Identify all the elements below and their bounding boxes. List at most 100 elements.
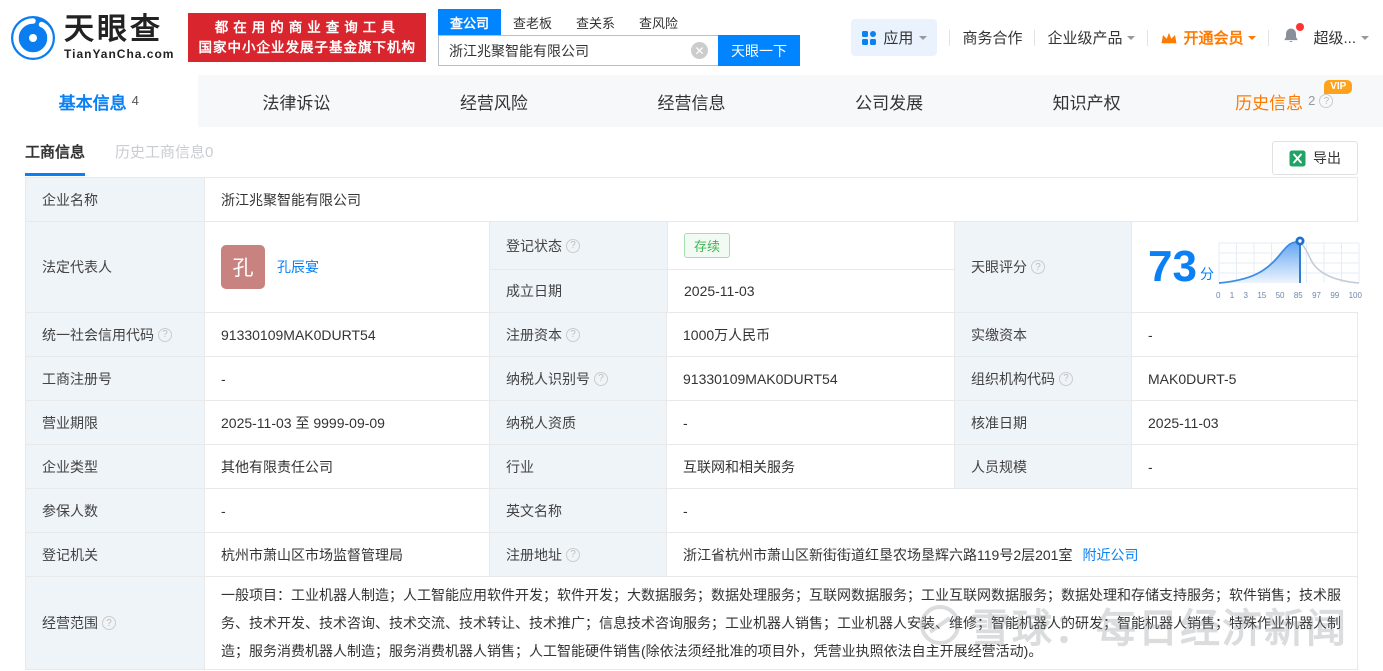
chevron-down-icon <box>1361 35 1369 44</box>
notification-dot <box>1296 22 1305 31</box>
legal-rep-link[interactable]: 孔辰宴 <box>277 257 319 277</box>
company-name-value: 浙江兆聚智能有限公司 <box>204 178 1357 221</box>
taxpayer-id-value: 91330109MAK0DURT54 <box>666 357 954 400</box>
credit-code-label: 统一社会信用代码 ? <box>26 313 204 356</box>
paid-in-capital-label: 实缴资本 <box>954 313 1131 356</box>
notifications-bell[interactable] <box>1281 22 1305 50</box>
business-term-value: 2025-11-03 至 9999-09-09 <box>204 401 489 444</box>
table-row: 登记机关 杭州市萧山区市场监督管理局 注册地址 ? 浙江省杭州市萧山区新街街道红… <box>26 532 1357 576</box>
section-navbar: 基本信息 4 法律诉讼 经营风险 经营信息 公司发展 知识产权 VIP 历史信息… <box>0 75 1383 127</box>
registration-number-label: 工商注册号 <box>26 357 204 400</box>
help-icon[interactable]: ? <box>1059 371 1073 386</box>
menu-open-vip[interactable]: 开通会员 <box>1160 27 1257 48</box>
tianyancha-logo[interactable]: 天眼查 TianYanCha.com <box>10 15 174 61</box>
chevron-down-icon <box>919 35 928 44</box>
credit-code-value: 91330109MAK0DURT54 <box>204 313 489 356</box>
legal-rep-cell: 孔 孔辰宴 <box>204 222 489 312</box>
search-tab-relation[interactable]: 查关系 <box>564 9 627 35</box>
paid-in-capital-value: - <box>1131 313 1357 356</box>
subtab-business-info[interactable]: 工商信息 <box>25 141 86 176</box>
approval-date-label: 核准日期 <box>954 401 1131 444</box>
nearby-companies-link[interactable]: 附近公司 <box>1082 545 1138 565</box>
taxpayer-qualification-label: 纳税人资质 <box>489 401 666 444</box>
table-row: 营业期限 2025-11-03 至 9999-09-09 纳税人资质 - 核准日… <box>26 400 1357 444</box>
score-curve <box>1218 236 1360 284</box>
help-icon[interactable]: ? <box>566 547 580 562</box>
help-icon[interactable]: ? <box>594 371 608 386</box>
help-icon[interactable]: ? <box>566 327 580 342</box>
org-code-label: 组织机构代码 ? <box>954 357 1131 400</box>
status-badge: 存续 <box>684 233 731 258</box>
established-label-cell: 成立日期 <box>490 269 667 312</box>
staff-size-label: 人员规模 <box>954 445 1131 488</box>
score-distribution-chart: 0 1 3 15 50 85 97 99 100 <box>1214 235 1364 300</box>
business-scope-value: 一般项目：工业机器人制造；人工智能应用软件开发；软件开发；大数据服务；数据处理服… <box>204 577 1357 669</box>
business-term-label: 营业期限 <box>26 401 204 444</box>
org-code-value: MAK0DURT-5 <box>1131 357 1357 400</box>
registration-number-value: - <box>204 357 489 400</box>
industry-label: 行业 <box>489 445 666 488</box>
staff-size-value: - <box>1131 445 1357 488</box>
tab-legal-litigation[interactable]: 法律诉讼 <box>198 75 396 127</box>
table-row: 工商注册号 - 纳税人识别号 ? 91330109MAK0DURT54 组织机构… <box>26 356 1357 400</box>
legal-rep-avatar[interactable]: 孔 <box>221 245 265 289</box>
status-value-cell: 存续 <box>667 222 955 269</box>
table-row: 参保人数 - 英文名称 - <box>26 488 1357 532</box>
crown-icon <box>1161 32 1177 43</box>
subtab-row: 工商信息 历史工商信息0 导出 <box>25 127 1358 177</box>
menu-business-cooperation[interactable]: 商务合作 <box>962 27 1022 48</box>
logo-domain: TianYanCha.com <box>64 47 175 61</box>
tab-history-info[interactable]: VIP 历史信息 2 ? <box>1185 75 1383 127</box>
insured-count-label: 参保人数 <box>26 489 204 532</box>
help-icon[interactable]: ? <box>158 327 172 342</box>
help-icon[interactable]: ? <box>1031 260 1045 274</box>
established-value-cell: 2025-11-03 <box>667 269 955 312</box>
registered-address-label: 注册地址 ? <box>489 533 666 576</box>
company-name-label: 企业名称 <box>26 178 204 221</box>
business-scope-label: 经营范围 ? <box>26 577 204 669</box>
apps-label: 应用 <box>883 30 914 47</box>
help-icon[interactable]: ? <box>1319 94 1334 108</box>
logo-title: 天眼查 <box>64 13 163 46</box>
taxpayer-qualification-value: - <box>666 401 954 444</box>
tab-company-development[interactable]: 公司发展 <box>790 75 988 127</box>
table-row: 企业名称 浙江兆聚智能有限公司 <box>26 178 1357 221</box>
table-row: 统一社会信用代码 ? 91330109MAK0DURT54 注册资本 ? 100… <box>26 312 1357 356</box>
help-icon[interactable]: ? <box>102 616 116 630</box>
subtab-history-business-info[interactable]: 历史工商信息0 <box>115 141 213 173</box>
tab-operation-risk[interactable]: 经营风险 <box>395 75 593 127</box>
tab-basic-info[interactable]: 基本信息 4 <box>0 75 198 127</box>
score-label-cell: 天眼评分 ? <box>954 222 1131 312</box>
english-name-label: 英文名称 <box>489 489 666 532</box>
taxpayer-id-label: 纳税人识别号 ? <box>489 357 666 400</box>
search-tab-company[interactable]: 查公司 <box>437 9 501 35</box>
search-button[interactable]: 天眼一下 <box>717 35 800 66</box>
company-type-value: 其他有限责任公司 <box>204 445 489 488</box>
tab-intellectual-property[interactable]: 知识产权 <box>988 75 1186 127</box>
company-type-label: 企业类型 <box>26 445 204 488</box>
search-tabs: 查公司 查老板 查关系 查风险 <box>437 9 800 35</box>
table-row: 法定代表人 孔 孔辰宴 登记状态 ? 存续 成立日期 2025-11-03 天眼… <box>26 221 1376 312</box>
menu-super-vip[interactable]: 超级... <box>1313 27 1369 48</box>
top-header: 天眼查 TianYanCha.com 都在用的商业查询工具 国家中小企业发展子基… <box>0 0 1383 75</box>
menu-enterprise-products[interactable]: 企业级产品 <box>1047 27 1136 48</box>
registered-capital-label: 注册资本 ? <box>489 313 666 356</box>
banner-line1: 都在用的商业查询工具 <box>214 19 400 35</box>
english-name-value: - <box>666 489 1357 532</box>
help-icon[interactable]: ? <box>566 238 580 253</box>
tab-count: 4 <box>131 92 139 108</box>
clear-search-icon[interactable]: ✕ <box>690 42 708 59</box>
search-input[interactable] <box>437 35 718 66</box>
apps-grid-icon <box>862 30 877 45</box>
tianyancha-page: 天眼查 TianYanCha.com 都在用的商业查询工具 国家中小企业发展子基… <box>0 0 1383 671</box>
header-menu: 应用 商务合作 企业级产品 开通会员 超级... <box>851 19 1369 56</box>
search-tab-boss[interactable]: 查老板 <box>501 9 564 35</box>
brand-banner: 都在用的商业查询工具 国家中小企业发展子基金旗下机构 <box>188 12 426 63</box>
export-button[interactable]: 导出 <box>1272 141 1358 175</box>
vip-badge: VIP <box>1324 80 1353 94</box>
excel-icon <box>1289 150 1306 166</box>
chevron-down-icon <box>1127 35 1136 44</box>
apps-menu[interactable]: 应用 <box>851 19 938 56</box>
tab-operation-info[interactable]: 经营信息 <box>593 75 791 127</box>
search-tab-risk[interactable]: 查风险 <box>627 9 690 35</box>
